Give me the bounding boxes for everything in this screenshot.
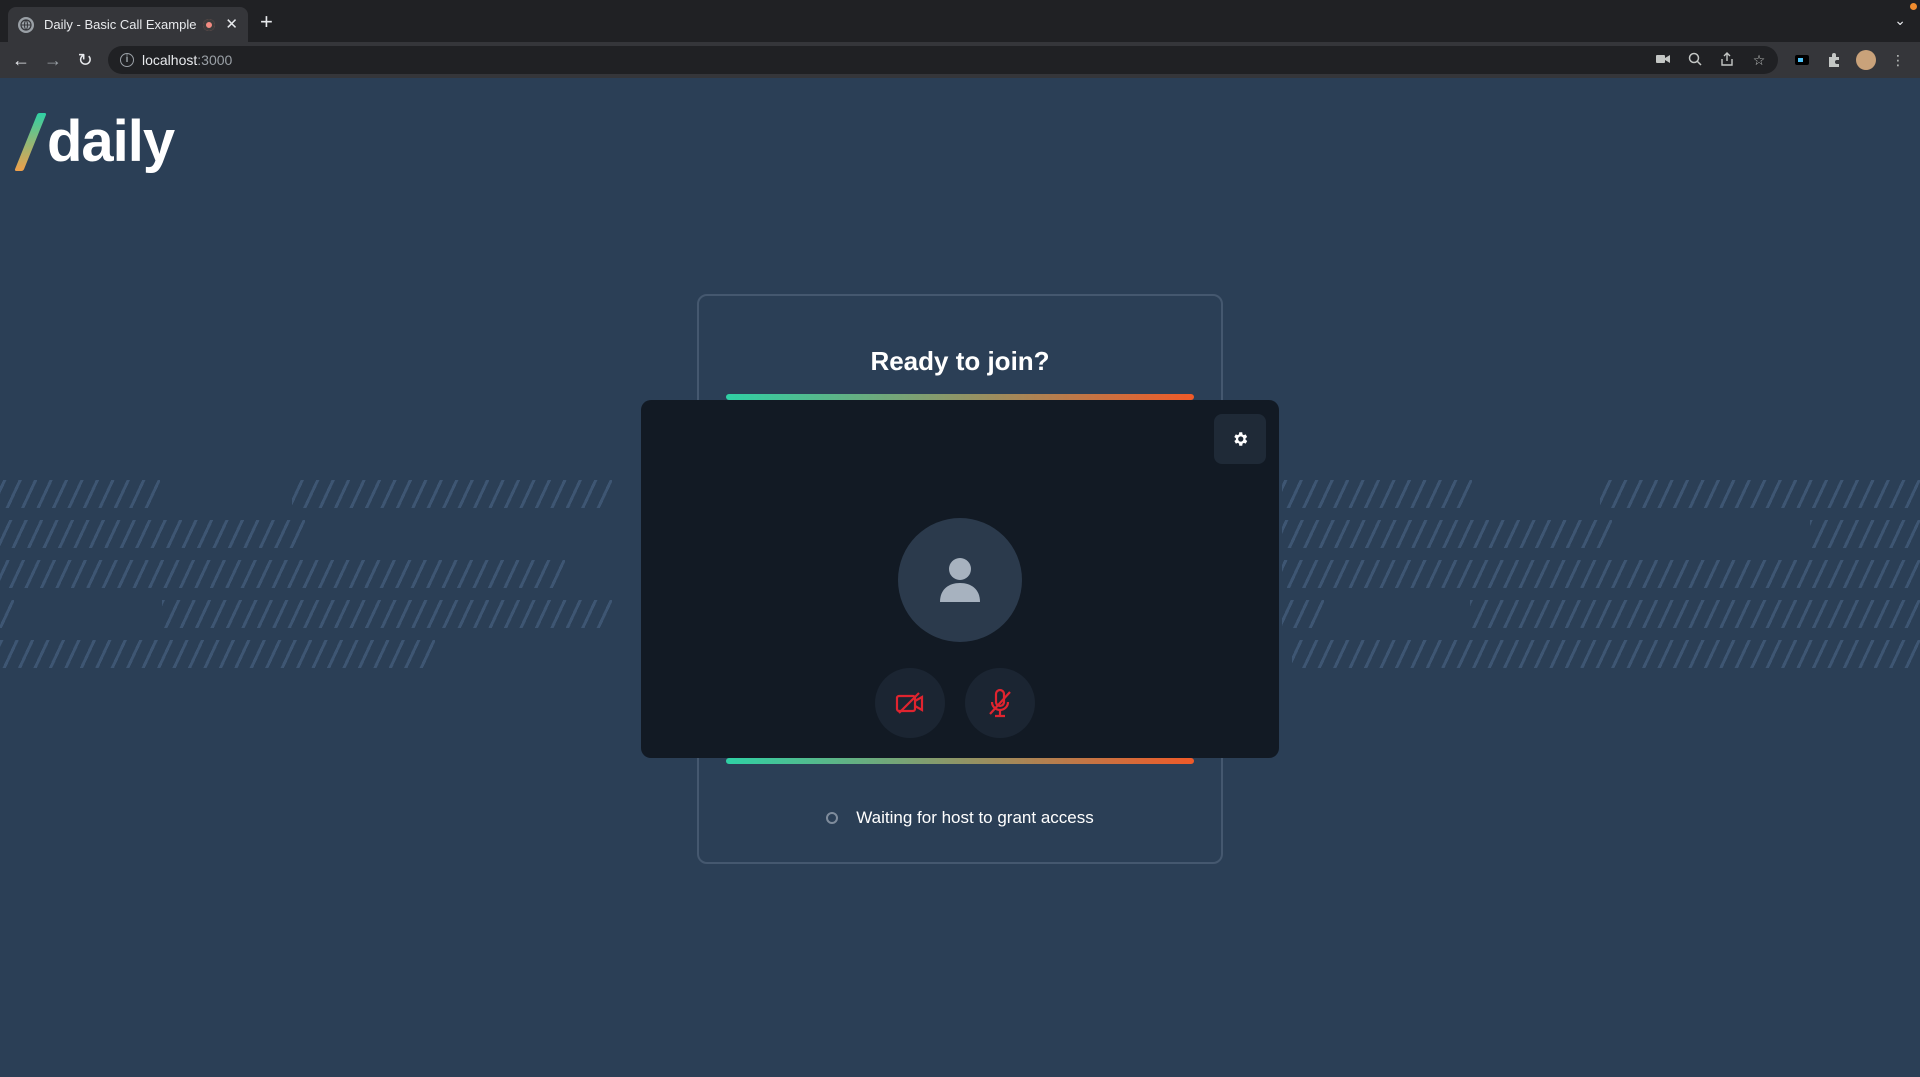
notification-dot xyxy=(1910,3,1917,10)
stripe-segment xyxy=(0,600,14,628)
zoom-icon[interactable] xyxy=(1687,52,1703,68)
stripe-segment xyxy=(0,560,565,588)
browser-toolbar: ← → ↻ i localhost:3000 ☆ ⋮ xyxy=(0,42,1920,78)
waiting-status: Waiting for host to grant access xyxy=(699,808,1221,828)
stripe-segment xyxy=(0,480,160,508)
stripe-segment xyxy=(1282,520,1612,548)
bottom-accent-bar xyxy=(726,758,1194,764)
card-title: Ready to join? xyxy=(870,346,1050,376)
logo-text: daily xyxy=(47,109,175,174)
stripe-segment xyxy=(1470,600,1920,628)
browser-menu-icon[interactable]: ⋮ xyxy=(1890,52,1906,68)
status-text: Waiting for host to grant access xyxy=(856,808,1094,827)
camera-off-icon xyxy=(895,692,924,714)
user-icon xyxy=(940,558,980,602)
recording-indicator-icon xyxy=(203,18,216,31)
stripe-segment xyxy=(0,640,435,668)
back-icon[interactable]: ← xyxy=(10,49,32,71)
tab-search-chevron-icon[interactable]: ⌄ xyxy=(1894,12,1906,29)
browser-tab-bar: Daily - Basic Call Example ✕ + ⌄ xyxy=(0,0,1920,42)
forward-icon[interactable]: → xyxy=(42,49,64,71)
stripe-segment xyxy=(1292,640,1920,668)
stripe-segment xyxy=(1282,560,1920,588)
stripe-segment xyxy=(0,520,305,548)
extension-video-icon[interactable] xyxy=(1794,52,1810,68)
video-preview xyxy=(641,400,1279,758)
stripe-segment xyxy=(292,480,612,508)
stripe-segment xyxy=(162,600,612,628)
bookmark-star-icon[interactable]: ☆ xyxy=(1751,52,1767,68)
camera-in-use-icon[interactable] xyxy=(1655,52,1671,68)
browser-tab[interactable]: Daily - Basic Call Example ✕ xyxy=(8,7,248,42)
stripe-segment xyxy=(1282,480,1472,508)
tab-title: Daily - Basic Call Example xyxy=(44,17,197,32)
tab-close-icon[interactable]: ✕ xyxy=(225,17,238,32)
microphone-off-icon xyxy=(989,688,1011,718)
camera-toggle-button[interactable] xyxy=(875,668,945,738)
profile-avatar[interactable] xyxy=(1856,50,1876,70)
extensions-puzzle-icon[interactable] xyxy=(1826,52,1842,68)
logo-slash-icon xyxy=(14,113,47,171)
gear-icon xyxy=(1234,432,1248,446)
stripe-segment xyxy=(1282,600,1324,628)
address-bar[interactable]: i localhost:3000 ☆ xyxy=(108,46,1778,74)
url-text: localhost:3000 xyxy=(142,52,233,68)
share-icon[interactable] xyxy=(1719,52,1735,68)
stripe-segment xyxy=(1600,480,1920,508)
reload-icon[interactable]: ↻ xyxy=(74,49,96,71)
participant-avatar xyxy=(898,518,1022,642)
loading-spinner-icon xyxy=(826,812,839,824)
microphone-toggle-button[interactable] xyxy=(965,668,1035,738)
daily-logo[interactable]: daily xyxy=(14,108,175,175)
stripe-segment xyxy=(1810,520,1920,548)
site-info-icon[interactable]: i xyxy=(120,53,134,67)
app-page: daily Ready to join? Waiting for host to… xyxy=(0,78,1920,1077)
settings-button[interactable] xyxy=(1214,414,1266,464)
new-tab-button[interactable]: + xyxy=(260,11,273,33)
globe-icon xyxy=(18,16,34,33)
